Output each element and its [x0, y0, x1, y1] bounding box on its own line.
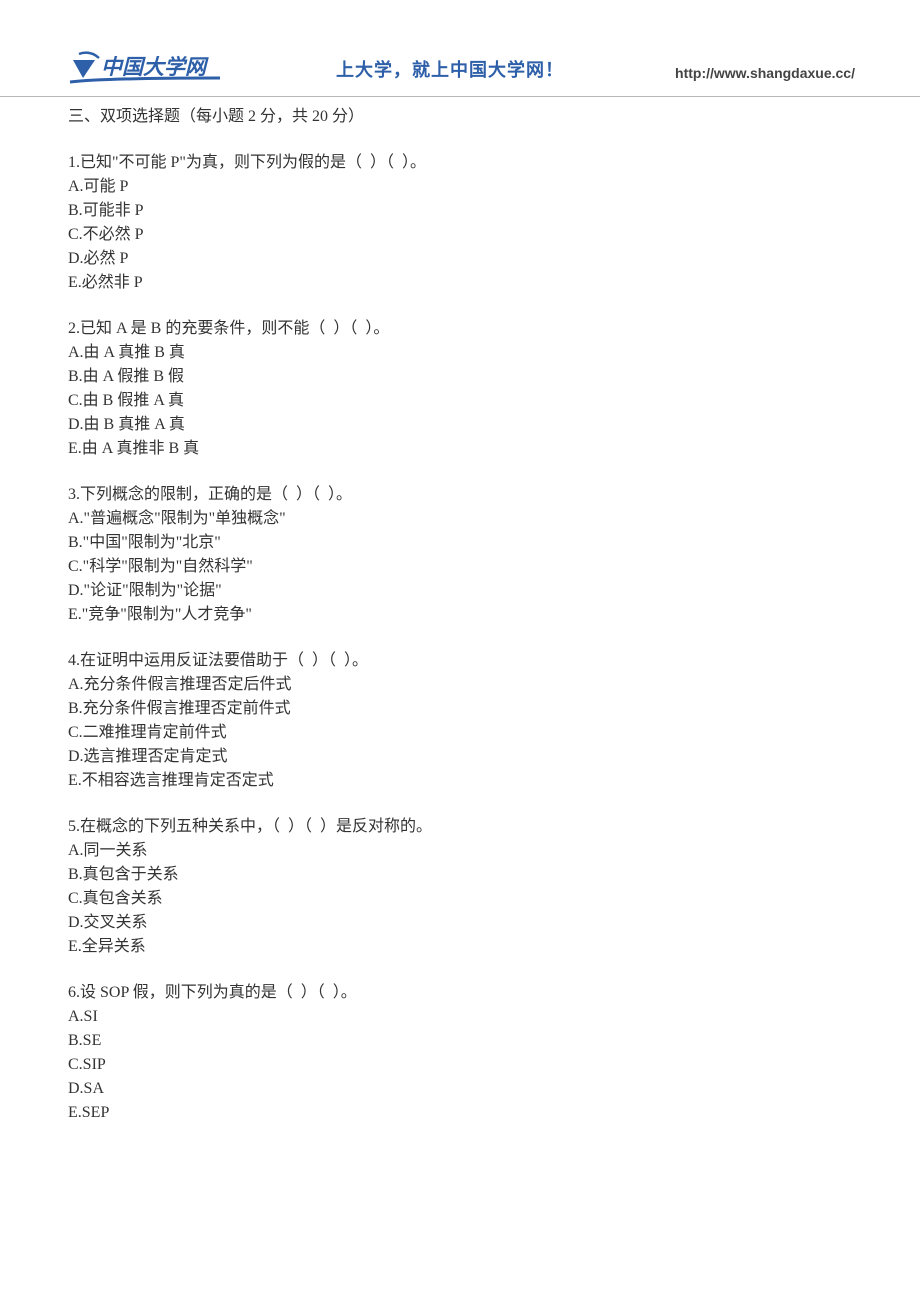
question-3: 3.下列概念的限制，正确的是（ ）（ ）。 A."普遍概念"限制为"单独概念" … [68, 483, 852, 627]
question-option: A.同一关系 [68, 839, 852, 863]
question-option: D."论证"限制为"论据" [68, 579, 852, 603]
question-2: 2.已知 A 是 B 的充要条件，则不能（ ）（ ）。 A.由 A 真推 B 真… [68, 317, 852, 461]
site-url: http://www.shangdaxue.cc/ [675, 63, 855, 88]
question-stem: 5.在概念的下列五种关系中，（ ）（ ）是反对称的。 [68, 815, 852, 839]
question-1: 1.已知"不可能 P"为真，则下列为假的是（ ）（ ）。 A.可能 P B.可能… [68, 151, 852, 295]
question-option: D.交叉关系 [68, 911, 852, 935]
question-option: C.不必然 P [68, 223, 852, 247]
question-option: C."科学"限制为"自然科学" [68, 555, 852, 579]
question-option: E."竞争"限制为"人才竞争" [68, 603, 852, 627]
question-stem: 1.已知"不可能 P"为真，则下列为假的是（ ）（ ）。 [68, 151, 852, 175]
question-6: 6.设 SOP 假，则下列为真的是（ ）（ ）。 A.SI B.SE C.SIP… [68, 981, 852, 1125]
question-stem: 4.在证明中运用反证法要借助于（ ）（ ）。 [68, 649, 852, 673]
question-option: E.必然非 P [68, 271, 852, 295]
question-option: B.真包含于关系 [68, 863, 852, 887]
question-option: B.由 A 假推 B 假 [68, 365, 852, 389]
question-option: C.二难推理肯定前件式 [68, 721, 852, 745]
question-option: E.SEP [68, 1101, 852, 1125]
question-option: A.可能 P [68, 175, 852, 199]
site-slogan: 上大学，就上中国大学网！ [336, 57, 564, 88]
question-5: 5.在概念的下列五种关系中，（ ）（ ）是反对称的。 A.同一关系 B.真包含于… [68, 815, 852, 959]
question-option: D.必然 P [68, 247, 852, 271]
question-option: A."普遍概念"限制为"单独概念" [68, 507, 852, 531]
question-option: B.SE [68, 1029, 852, 1053]
question-option: D.SA [68, 1077, 852, 1101]
question-4: 4.在证明中运用反证法要借助于（ ）（ ）。 A.充分条件假言推理否定后件式 B… [68, 649, 852, 793]
question-option: B.充分条件假言推理否定前件式 [68, 697, 852, 721]
question-option: E.不相容选言推理肯定否定式 [68, 769, 852, 793]
question-option: A.由 A 真推 B 真 [68, 341, 852, 365]
section-title: 三、双项选择题（每小题 2 分，共 20 分） [68, 105, 852, 129]
question-option: A.充分条件假言推理否定后件式 [68, 673, 852, 697]
question-option: B."中国"限制为"北京" [68, 531, 852, 555]
question-stem: 6.设 SOP 假，则下列为真的是（ ）（ ）。 [68, 981, 852, 1005]
page-header: 中国大学网 上大学，就上中国大学网！ http://www.shangdaxue… [0, 0, 920, 97]
question-option: E.由 A 真推非 B 真 [68, 437, 852, 461]
site-logo: 中国大学网 [65, 50, 225, 88]
question-option: C.由 B 假推 A 真 [68, 389, 852, 413]
question-option: C.SIP [68, 1053, 852, 1077]
question-option: B.可能非 P [68, 199, 852, 223]
svg-text:中国大学网: 中国大学网 [101, 55, 209, 79]
logo-icon: 中国大学网 [65, 50, 225, 88]
question-stem: 3.下列概念的限制，正确的是（ ）（ ）。 [68, 483, 852, 507]
document-body: 三、双项选择题（每小题 2 分，共 20 分） 1.已知"不可能 P"为真，则下… [0, 97, 920, 1125]
question-option: D.选言推理否定肯定式 [68, 745, 852, 769]
question-option: E.全异关系 [68, 935, 852, 959]
question-option: C.真包含关系 [68, 887, 852, 911]
question-option: A.SI [68, 1005, 852, 1029]
question-option: D.由 B 真推 A 真 [68, 413, 852, 437]
question-stem: 2.已知 A 是 B 的充要条件，则不能（ ）（ ）。 [68, 317, 852, 341]
